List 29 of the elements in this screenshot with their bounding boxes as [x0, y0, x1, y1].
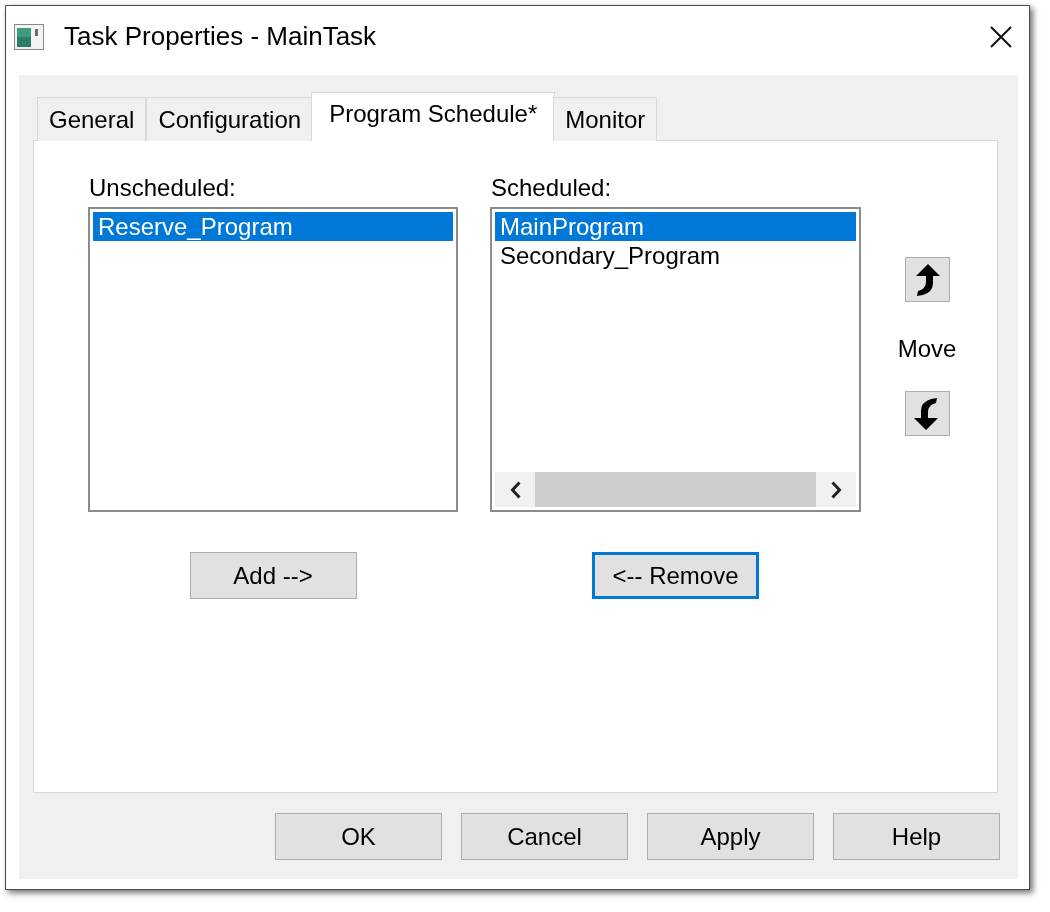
move-up-button[interactable] — [904, 257, 950, 302]
list-box[interactable]: Reserve_Program — [88, 207, 458, 512]
transfer-button[interactable]: <-- Remove — [592, 552, 759, 599]
dialog-button[interactable]: Apply — [647, 813, 814, 860]
scrollbar-thumb[interactable] — [535, 472, 816, 507]
chevron-left-icon — [509, 480, 521, 499]
app-window-icon — [14, 23, 44, 50]
close-icon — [990, 25, 1012, 48]
tab[interactable]: Configuration — [146, 97, 314, 141]
dialog-button[interactable]: Help — [833, 813, 1000, 860]
list-item[interactable]: Secondary_Program — [495, 241, 856, 270]
list-label: Unscheduled: — [88, 173, 236, 203]
move-label: Move — [897, 334, 957, 364]
close-button[interactable] — [990, 25, 1012, 48]
tab[interactable]: Program Schedule* — [311, 92, 556, 141]
chevron-right-icon — [830, 480, 842, 499]
list-item[interactable]: MainProgram — [495, 212, 856, 241]
dialog-button[interactable]: Cancel — [461, 813, 628, 860]
list-box[interactable]: MainProgram Secondary_Program — [490, 207, 861, 512]
list-label: Scheduled: — [490, 173, 612, 203]
move-down-button[interactable] — [904, 391, 950, 436]
tab[interactable]: General — [37, 97, 147, 141]
transfer-button[interactable]: Add --> — [189, 552, 357, 599]
tab[interactable]: Monitor — [553, 97, 658, 141]
dialog-button[interactable]: OK — [275, 813, 442, 860]
window-title: Task Properties - MainTask — [64, 21, 378, 52]
curved-up-arrow-icon — [914, 263, 940, 296]
list-item[interactable]: Reserve_Program — [93, 212, 453, 241]
curved-down-arrow-icon — [914, 397, 940, 430]
